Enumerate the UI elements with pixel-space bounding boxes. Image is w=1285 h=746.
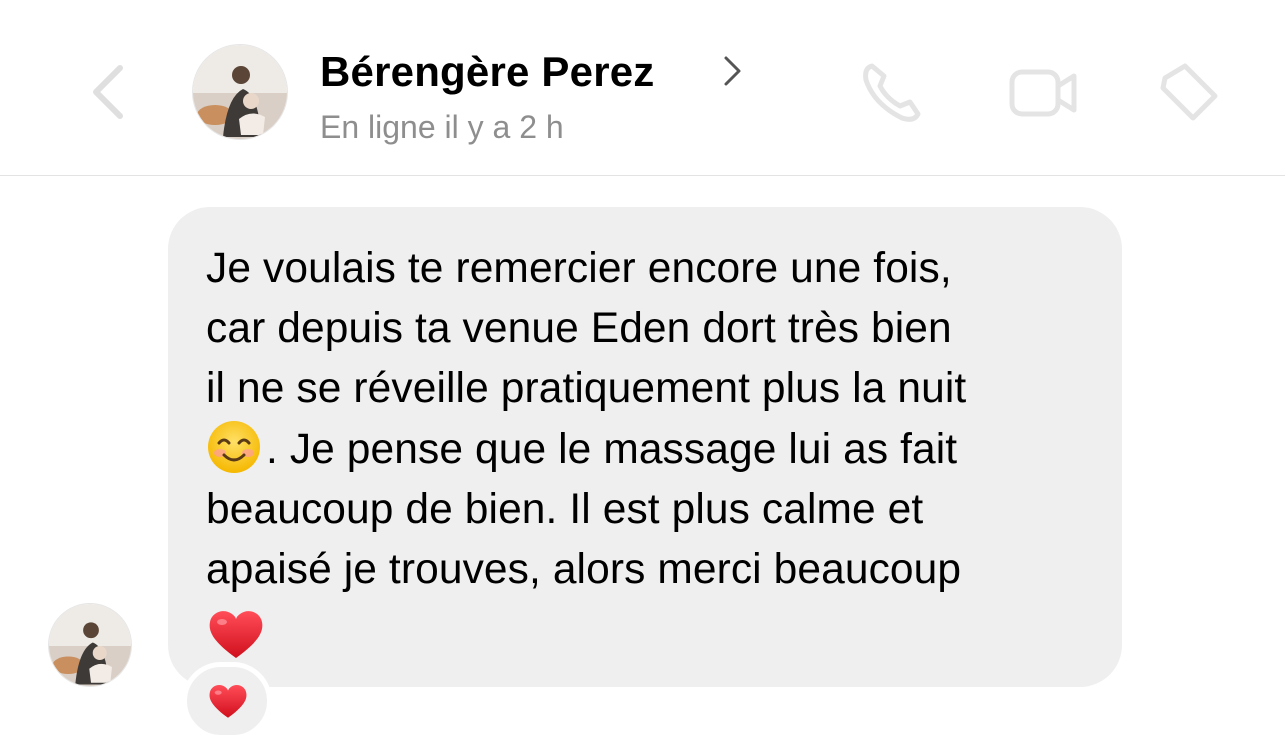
- chat-header: Bérengère Perez En ligne il y a 2 h: [0, 0, 1285, 176]
- sender-avatar[interactable]: [48, 603, 132, 687]
- contact-name[interactable]: Bérengère Perez: [320, 46, 655, 98]
- smiling-face-emoji: [208, 421, 260, 473]
- avatar-photo: [49, 604, 131, 686]
- reaction-badge[interactable]: [182, 662, 272, 740]
- message-line: beaucoup de bien. Il est plus calme et: [206, 486, 924, 533]
- avatar-photo: [193, 45, 287, 139]
- message-line-with-emoji: . Je pense que le massage lui as fait: [206, 419, 1084, 480]
- message-line: car depuis ta venue Eden dort très bien: [206, 305, 952, 352]
- message-line-text: . Je pense que le massage lui as fait: [266, 426, 958, 473]
- phone-icon[interactable]: [858, 58, 928, 128]
- back-arrow-icon[interactable]: [88, 62, 128, 122]
- contact-avatar[interactable]: [192, 44, 288, 140]
- message-line: apaisé je trouves, alors merci beaucoup: [206, 546, 962, 593]
- info-icon[interactable]: [1155, 58, 1225, 128]
- chevron-right-icon[interactable]: [722, 54, 744, 88]
- online-status: En ligne il y a 2 h: [320, 109, 564, 145]
- red-heart-emoji: [209, 685, 247, 718]
- message-line: il ne se réveille pratiquement plus la n…: [206, 365, 967, 412]
- red-heart-emoji: [209, 611, 263, 658]
- video-camera-icon[interactable]: [1008, 58, 1078, 128]
- message-bubble[interactable]: Je voulais te remercier encore une fois,…: [168, 207, 1122, 687]
- message-line: Je voulais te remercier encore une fois,: [206, 245, 952, 292]
